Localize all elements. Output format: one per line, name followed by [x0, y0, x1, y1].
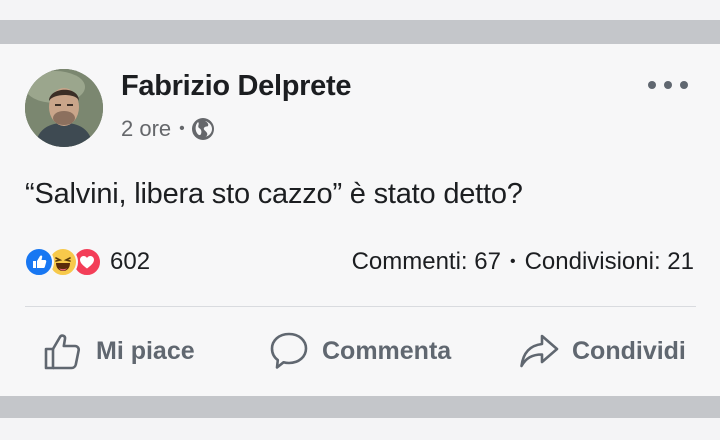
post-meta: 2 ore •: [121, 115, 215, 143]
like-button-label: Mi piace: [96, 336, 195, 365]
previous-post-edge: [0, 0, 720, 20]
post-text: “Salvini, libera sto cazzo” è stato dett…: [25, 178, 523, 210]
more-dot-icon: [648, 81, 656, 89]
share-button-label: Condividi: [572, 336, 686, 365]
next-post-edge: [0, 418, 720, 440]
feed-divider: [0, 396, 720, 418]
reaction-count: 602: [110, 248, 151, 275]
action-bar: Mi piace Commenta Condividi: [0, 318, 720, 384]
comments-count-link[interactable]: Commenti: 67: [352, 248, 501, 276]
more-dot-icon: [664, 81, 672, 89]
reaction-summary[interactable]: 602: [24, 246, 150, 278]
like-reaction-icon: [24, 247, 54, 277]
meta-separator: •: [179, 120, 185, 137]
author-avatar[interactable]: [25, 69, 103, 147]
shares-count-link[interactable]: Condivisioni: 21: [525, 248, 694, 276]
engagement-stats: Commenti: 67 • Condivisioni: 21: [352, 248, 694, 276]
stats-separator: •: [509, 253, 516, 270]
share-arrow-icon: [520, 334, 559, 368]
author-name[interactable]: Fabrizio Delprete: [121, 70, 351, 103]
speech-bubble-icon: [270, 332, 308, 369]
thumbs-up-icon: [44, 334, 81, 370]
action-divider: [25, 306, 696, 307]
feed-divider: [0, 20, 720, 44]
comment-button[interactable]: Commenta: [268, 318, 451, 384]
post-timestamp[interactable]: 2 ore: [121, 116, 171, 142]
comment-button-label: Commenta: [322, 336, 452, 365]
share-button[interactable]: Condividi: [518, 318, 686, 384]
globe-icon: [191, 117, 215, 141]
more-options-button[interactable]: [648, 76, 688, 94]
more-dot-icon: [680, 81, 688, 89]
like-button[interactable]: Mi piace: [42, 318, 195, 384]
avatar-photo: [25, 69, 103, 147]
